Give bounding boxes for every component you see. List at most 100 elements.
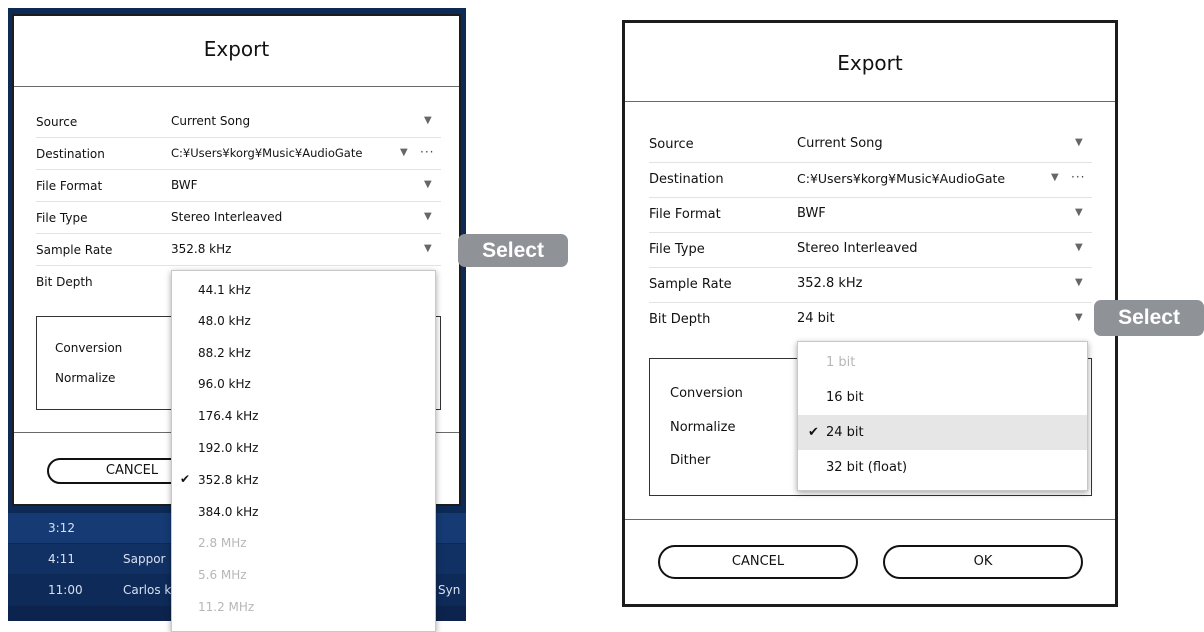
- option-label: 384.0 kHz: [198, 505, 259, 519]
- dropdown-option[interactable]: 384.0 kHz: [172, 493, 435, 524]
- track-title: Carlos k: [123, 583, 172, 597]
- chevron-down-icon[interactable]: ▼: [1075, 312, 1083, 323]
- dropdown-option-disabled: 5.6 MHz: [172, 556, 435, 587]
- option-label: 24 bit: [826, 425, 864, 440]
- browse-more-icon[interactable]: ···: [1071, 170, 1085, 184]
- option-label: 48.0 kHz: [198, 314, 251, 328]
- dropdown-option[interactable]: 44.1 kHz: [172, 271, 435, 302]
- chevron-down-icon[interactable]: ▼: [1075, 207, 1083, 218]
- file-format-row[interactable]: File Format BWF ▼: [649, 198, 1092, 233]
- cancel-button[interactable]: CANCEL: [658, 545, 858, 579]
- destination-row[interactable]: Destination C:¥Users¥korg¥Music¥AudioGat…: [36, 138, 441, 170]
- browse-more-icon[interactable]: ···: [420, 145, 434, 159]
- conversion-label: Conversion: [670, 386, 743, 401]
- destination-row[interactable]: Destination C:¥Users¥korg¥Music¥AudioGat…: [649, 163, 1092, 198]
- track-time: 3:12: [48, 521, 75, 535]
- bit-depth-value[interactable]: 24 bit: [797, 311, 835, 326]
- bit-depth-row[interactable]: Bit Depth 24 bit ▼: [649, 303, 1092, 337]
- dialog-title: Export: [625, 23, 1115, 102]
- divider: [625, 519, 1115, 520]
- normalize-label: Normalize: [670, 420, 736, 435]
- source-label: Source: [36, 115, 78, 129]
- chevron-down-icon[interactable]: ▼: [1051, 172, 1059, 183]
- track-time: 11:00: [48, 583, 83, 597]
- option-label: 44.1 kHz: [198, 283, 251, 297]
- option-label: 16 bit: [826, 390, 864, 405]
- file-type-label: File Type: [36, 211, 88, 225]
- file-type-row[interactable]: File Type Stereo Interleaved ▼: [649, 233, 1092, 268]
- chevron-down-icon[interactable]: ▼: [1075, 242, 1083, 253]
- chevron-down-icon[interactable]: ▼: [424, 211, 432, 222]
- track-title: Sappor: [123, 552, 166, 566]
- dropdown-option[interactable]: 32 bit (float): [798, 450, 1087, 485]
- chevron-down-icon[interactable]: ▼: [1075, 137, 1083, 148]
- sample-rate-label: Sample Rate: [649, 277, 732, 292]
- file-type-value[interactable]: Stereo Interleaved: [171, 210, 282, 224]
- file-type-label: File Type: [649, 242, 705, 257]
- file-format-label: File Format: [649, 207, 721, 222]
- select-callout-badge: Select: [458, 234, 568, 267]
- option-label: 32 bit (float): [826, 460, 908, 475]
- track-extra: Syn: [438, 583, 461, 597]
- dropdown-option-disabled: 11.2 MHz: [172, 588, 435, 619]
- destination-value[interactable]: C:¥Users¥korg¥Music¥AudioGate: [171, 146, 362, 160]
- source-value[interactable]: Current Song: [797, 136, 883, 151]
- bit-depth-label: Bit Depth: [36, 275, 93, 289]
- sample-rate-label: Sample Rate: [36, 243, 113, 257]
- bit-depth-label: Bit Depth: [649, 312, 711, 327]
- sample-rate-row[interactable]: Sample Rate 352.8 kHz ▼: [36, 234, 441, 266]
- file-format-value[interactable]: BWF: [171, 178, 198, 192]
- source-label: Source: [649, 137, 694, 152]
- chevron-down-icon[interactable]: ▼: [1075, 277, 1083, 288]
- dropdown-option[interactable]: 48.0 kHz: [172, 302, 435, 333]
- chevron-down-icon[interactable]: ▼: [400, 147, 408, 158]
- chevron-down-icon[interactable]: ▼: [424, 115, 432, 126]
- export-dialog: Export Source Current Song ▼ Destination…: [622, 20, 1118, 607]
- option-label: 1 bit: [826, 355, 856, 370]
- sample-rate-row[interactable]: Sample Rate 352.8 kHz ▼: [649, 268, 1092, 303]
- option-label: 2.8 MHz: [198, 536, 247, 550]
- sample-rate-dropdown: 44.1 kHz 48.0 kHz 88.2 kHz 96.0 kHz 176.…: [171, 270, 436, 632]
- normalize-label: Normalize: [55, 371, 116, 385]
- sample-rate-value[interactable]: 352.8 kHz: [797, 276, 862, 291]
- dialog-title: Export: [14, 16, 459, 87]
- file-format-label: File Format: [36, 179, 103, 193]
- track-time: 4:11: [48, 552, 75, 566]
- select-callout-badge: Select: [1094, 300, 1204, 336]
- dropdown-option[interactable]: 192.0 kHz: [172, 429, 435, 460]
- chevron-down-icon[interactable]: ▼: [424, 179, 432, 190]
- dropdown-option-selected[interactable]: ✔ 352.8 kHz: [172, 461, 435, 492]
- checkmark-icon: ✔: [808, 425, 819, 440]
- dropdown-option[interactable]: 16 bit: [798, 380, 1087, 415]
- file-format-row[interactable]: File Format BWF ▼: [36, 170, 441, 202]
- dropdown-option[interactable]: 176.4 kHz: [172, 397, 435, 428]
- option-label: 176.4 kHz: [198, 409, 259, 423]
- dropdown-option-disabled: 2.8 MHz: [172, 524, 435, 555]
- destination-label: Destination: [36, 147, 105, 161]
- sample-rate-value[interactable]: 352.8 kHz: [171, 242, 231, 256]
- option-label: 352.8 kHz: [198, 473, 259, 487]
- file-type-value[interactable]: Stereo Interleaved: [797, 241, 918, 256]
- file-format-value[interactable]: BWF: [797, 206, 826, 221]
- option-label: 88.2 kHz: [198, 346, 251, 360]
- dropdown-option[interactable]: 88.2 kHz: [172, 334, 435, 365]
- option-label: 11.2 MHz: [198, 600, 255, 614]
- option-label: 192.0 kHz: [198, 441, 259, 455]
- option-label: 96.0 kHz: [198, 377, 251, 391]
- destination-label: Destination: [649, 172, 724, 187]
- chevron-down-icon[interactable]: ▼: [424, 243, 432, 254]
- dropdown-option[interactable]: 96.0 kHz: [172, 365, 435, 396]
- checkmark-icon: ✔: [180, 472, 191, 486]
- source-value[interactable]: Current Song: [171, 114, 250, 128]
- source-row[interactable]: Source Current Song ▼: [649, 128, 1092, 163]
- dropdown-option-disabled: 1 bit: [798, 345, 1087, 380]
- source-row[interactable]: Source Current Song ▼: [36, 106, 441, 138]
- file-type-row[interactable]: File Type Stereo Interleaved ▼: [36, 202, 441, 234]
- bit-depth-dropdown: 1 bit 16 bit ✔ 24 bit 32 bit (float): [797, 341, 1088, 491]
- dither-label: Dither: [670, 453, 711, 468]
- destination-value[interactable]: C:¥Users¥korg¥Music¥AudioGate: [797, 171, 1005, 186]
- ok-button[interactable]: OK: [883, 545, 1083, 579]
- option-label: 5.6 MHz: [198, 568, 247, 582]
- conversion-label: Conversion: [55, 341, 123, 355]
- dropdown-option-selected[interactable]: ✔ 24 bit: [798, 415, 1087, 450]
